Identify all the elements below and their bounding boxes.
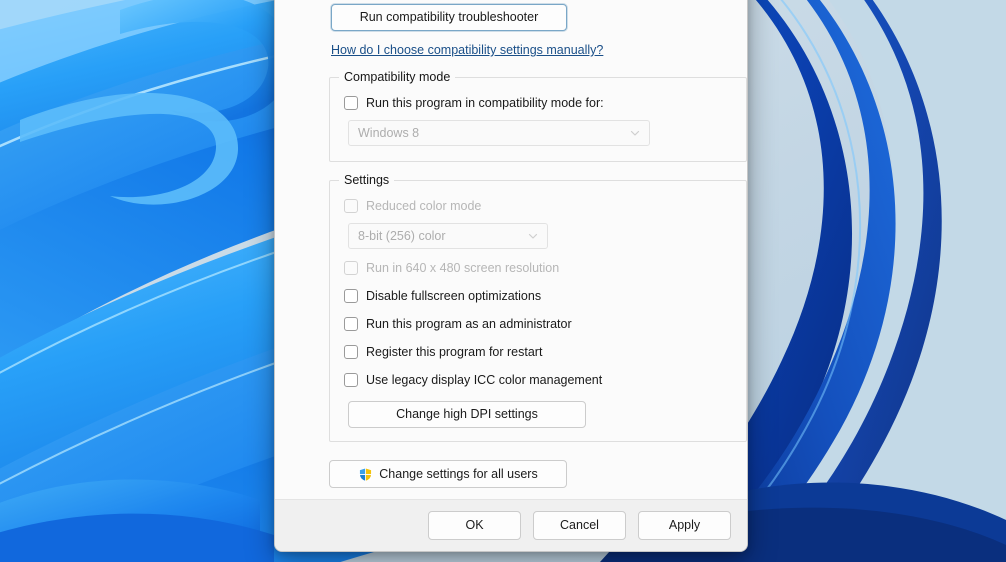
ok-button[interactable]: OK [428, 511, 521, 540]
chevron-down-icon [630, 128, 640, 138]
chevron-down-icon [528, 231, 538, 241]
change-settings-for-all-users-button[interactable]: Change settings for all users [329, 460, 567, 488]
reduced-color-mode-checkbox[interactable] [344, 199, 358, 213]
legacy-icc-color-management-label: Use legacy display ICC color management [366, 373, 603, 387]
legacy-icc-color-management-checkbox[interactable] [344, 373, 358, 387]
dialog-body: Run compatibility troubleshooter How do … [275, 0, 747, 499]
disable-fullscreen-optimizations-checkbox[interactable] [344, 289, 358, 303]
compatibility-mode-group-title: Compatibility mode [339, 70, 456, 84]
run-as-administrator-checkbox-row[interactable]: Run this program as an administrator [344, 313, 732, 335]
compatibility-properties-dialog: Run compatibility troubleshooter How do … [274, 0, 748, 552]
run-in-compatibility-mode-checkbox-row[interactable]: Run this program in compatibility mode f… [344, 92, 732, 114]
register-for-restart-checkbox[interactable] [344, 345, 358, 359]
run-640x480-label: Run in 640 x 480 screen resolution [366, 261, 560, 275]
change-high-dpi-settings-button[interactable]: Change high DPI settings [348, 401, 586, 428]
settings-group: Settings Reduced color mode 8-bit (256) … [329, 173, 747, 442]
run-640x480-checkbox-row[interactable]: Run in 640 x 480 screen resolution [344, 257, 732, 279]
register-for-restart-label: Register this program for restart [366, 345, 543, 359]
change-settings-for-all-users-label: Change settings for all users [379, 466, 538, 481]
settings-group-title: Settings [339, 173, 395, 187]
register-for-restart-checkbox-row[interactable]: Register this program for restart [344, 341, 732, 363]
disable-fullscreen-optimizations-checkbox-row[interactable]: Disable fullscreen optimizations [344, 285, 732, 307]
compatibility-help-link[interactable]: How do I choose compatibility settings m… [331, 43, 603, 57]
run-in-compatibility-mode-label: Run this program in compatibility mode f… [366, 96, 604, 110]
run-as-administrator-checkbox[interactable] [344, 317, 358, 331]
run-in-compatibility-mode-checkbox[interactable] [344, 96, 358, 110]
color-depth-combobox[interactable]: 8-bit (256) color [348, 223, 548, 249]
compatibility-mode-os-value: Windows 8 [358, 126, 420, 140]
disable-fullscreen-optimizations-label: Disable fullscreen optimizations [366, 289, 542, 303]
run-640x480-checkbox[interactable] [344, 261, 358, 275]
run-as-administrator-label: Run this program as an administrator [366, 317, 572, 331]
cancel-button[interactable]: Cancel [533, 511, 626, 540]
uac-shield-icon [358, 466, 373, 482]
apply-button[interactable]: Apply [638, 511, 731, 540]
legacy-icc-color-management-checkbox-row[interactable]: Use legacy display ICC color management [344, 369, 732, 391]
compatibility-mode-group: Compatibility mode Run this program in c… [329, 70, 747, 162]
all-users-button-wrap: Change settings for all users [329, 460, 721, 488]
reduced-color-mode-checkbox-row[interactable]: Reduced color mode [344, 195, 732, 217]
reduced-color-mode-label: Reduced color mode [366, 199, 482, 213]
color-depth-value: 8-bit (256) color [358, 229, 446, 243]
dialog-footer: OK Cancel Apply [275, 499, 747, 551]
run-compatibility-troubleshooter-button[interactable]: Run compatibility troubleshooter [331, 4, 567, 31]
compatibility-mode-os-combobox[interactable]: Windows 8 [348, 120, 650, 146]
